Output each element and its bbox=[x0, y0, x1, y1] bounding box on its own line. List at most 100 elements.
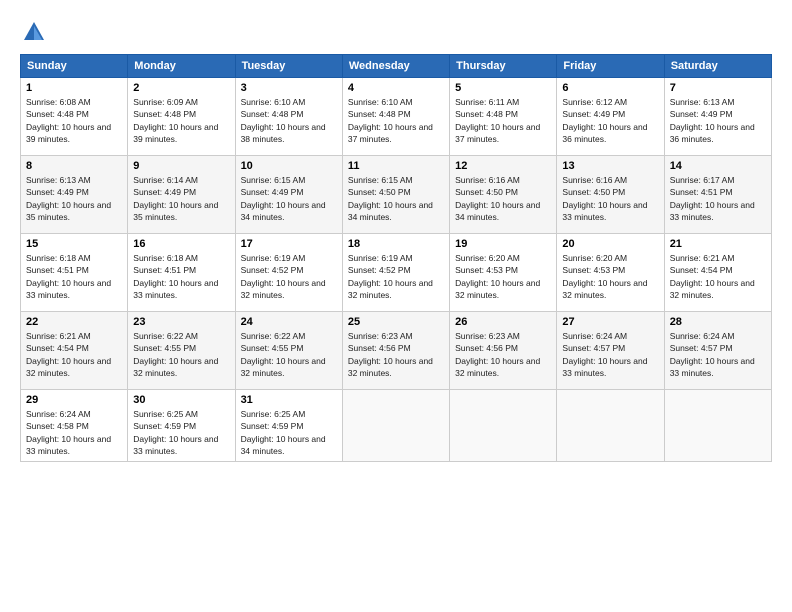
calendar-cell: 26 Sunrise: 6:23 AMSunset: 4:56 PMDaylig… bbox=[450, 312, 557, 390]
day-info: Sunrise: 6:20 AMSunset: 4:53 PMDaylight:… bbox=[455, 253, 540, 300]
day-info: Sunrise: 6:22 AMSunset: 4:55 PMDaylight:… bbox=[241, 331, 326, 378]
calendar-cell: 27 Sunrise: 6:24 AMSunset: 4:57 PMDaylig… bbox=[557, 312, 664, 390]
day-number: 25 bbox=[348, 316, 444, 328]
calendar-cell: 14 Sunrise: 6:17 AMSunset: 4:51 PMDaylig… bbox=[664, 156, 771, 234]
day-number: 26 bbox=[455, 316, 551, 328]
calendar-cell bbox=[342, 390, 449, 462]
calendar-cell: 13 Sunrise: 6:16 AMSunset: 4:50 PMDaylig… bbox=[557, 156, 664, 234]
day-info: Sunrise: 6:13 AMSunset: 4:49 PMDaylight:… bbox=[26, 175, 111, 222]
logo bbox=[20, 18, 52, 46]
calendar-cell: 21 Sunrise: 6:21 AMSunset: 4:54 PMDaylig… bbox=[664, 234, 771, 312]
calendar-cell: 16 Sunrise: 6:18 AMSunset: 4:51 PMDaylig… bbox=[128, 234, 235, 312]
day-number: 4 bbox=[348, 82, 444, 94]
calendar-cell: 9 Sunrise: 6:14 AMSunset: 4:49 PMDayligh… bbox=[128, 156, 235, 234]
calendar-cell: 6 Sunrise: 6:12 AMSunset: 4:49 PMDayligh… bbox=[557, 78, 664, 156]
week-row-5: 29 Sunrise: 6:24 AMSunset: 4:58 PMDaylig… bbox=[21, 390, 772, 462]
day-info: Sunrise: 6:08 AMSunset: 4:48 PMDaylight:… bbox=[26, 97, 111, 144]
weekday-header-wednesday: Wednesday bbox=[342, 55, 449, 78]
day-info: Sunrise: 6:24 AMSunset: 4:57 PMDaylight:… bbox=[562, 331, 647, 378]
weekday-header-tuesday: Tuesday bbox=[235, 55, 342, 78]
day-number: 13 bbox=[562, 160, 658, 172]
calendar-cell: 23 Sunrise: 6:22 AMSunset: 4:55 PMDaylig… bbox=[128, 312, 235, 390]
week-row-3: 15 Sunrise: 6:18 AMSunset: 4:51 PMDaylig… bbox=[21, 234, 772, 312]
calendar: SundayMondayTuesdayWednesdayThursdayFrid… bbox=[20, 54, 772, 462]
day-number: 27 bbox=[562, 316, 658, 328]
day-number: 10 bbox=[241, 160, 337, 172]
day-number: 1 bbox=[26, 82, 122, 94]
week-row-2: 8 Sunrise: 6:13 AMSunset: 4:49 PMDayligh… bbox=[21, 156, 772, 234]
day-number: 19 bbox=[455, 238, 551, 250]
day-number: 28 bbox=[670, 316, 766, 328]
weekday-header-row: SundayMondayTuesdayWednesdayThursdayFrid… bbox=[21, 55, 772, 78]
week-row-4: 22 Sunrise: 6:21 AMSunset: 4:54 PMDaylig… bbox=[21, 312, 772, 390]
calendar-cell: 2 Sunrise: 6:09 AMSunset: 4:48 PMDayligh… bbox=[128, 78, 235, 156]
calendar-cell: 22 Sunrise: 6:21 AMSunset: 4:54 PMDaylig… bbox=[21, 312, 128, 390]
calendar-cell: 15 Sunrise: 6:18 AMSunset: 4:51 PMDaylig… bbox=[21, 234, 128, 312]
day-number: 7 bbox=[670, 82, 766, 94]
calendar-cell bbox=[557, 390, 664, 462]
day-number: 23 bbox=[133, 316, 229, 328]
day-number: 14 bbox=[670, 160, 766, 172]
logo-icon bbox=[20, 18, 48, 46]
day-number: 18 bbox=[348, 238, 444, 250]
calendar-cell: 4 Sunrise: 6:10 AMSunset: 4:48 PMDayligh… bbox=[342, 78, 449, 156]
day-number: 6 bbox=[562, 82, 658, 94]
day-info: Sunrise: 6:19 AMSunset: 4:52 PMDaylight:… bbox=[241, 253, 326, 300]
day-info: Sunrise: 6:16 AMSunset: 4:50 PMDaylight:… bbox=[562, 175, 647, 222]
day-info: Sunrise: 6:15 AMSunset: 4:49 PMDaylight:… bbox=[241, 175, 326, 222]
week-row-1: 1 Sunrise: 6:08 AMSunset: 4:48 PMDayligh… bbox=[21, 78, 772, 156]
day-info: Sunrise: 6:16 AMSunset: 4:50 PMDaylight:… bbox=[455, 175, 540, 222]
calendar-cell bbox=[450, 390, 557, 462]
calendar-cell: 12 Sunrise: 6:16 AMSunset: 4:50 PMDaylig… bbox=[450, 156, 557, 234]
day-info: Sunrise: 6:24 AMSunset: 4:58 PMDaylight:… bbox=[26, 409, 111, 456]
weekday-header-sunday: Sunday bbox=[21, 55, 128, 78]
day-number: 31 bbox=[241, 394, 337, 406]
header bbox=[20, 18, 772, 46]
day-number: 12 bbox=[455, 160, 551, 172]
day-number: 22 bbox=[26, 316, 122, 328]
day-info: Sunrise: 6:25 AMSunset: 4:59 PMDaylight:… bbox=[133, 409, 218, 456]
calendar-cell: 7 Sunrise: 6:13 AMSunset: 4:49 PMDayligh… bbox=[664, 78, 771, 156]
calendar-cell: 3 Sunrise: 6:10 AMSunset: 4:48 PMDayligh… bbox=[235, 78, 342, 156]
day-info: Sunrise: 6:14 AMSunset: 4:49 PMDaylight:… bbox=[133, 175, 218, 222]
day-number: 21 bbox=[670, 238, 766, 250]
day-info: Sunrise: 6:23 AMSunset: 4:56 PMDaylight:… bbox=[348, 331, 433, 378]
day-info: Sunrise: 6:18 AMSunset: 4:51 PMDaylight:… bbox=[133, 253, 218, 300]
calendar-cell: 30 Sunrise: 6:25 AMSunset: 4:59 PMDaylig… bbox=[128, 390, 235, 462]
day-number: 17 bbox=[241, 238, 337, 250]
day-info: Sunrise: 6:18 AMSunset: 4:51 PMDaylight:… bbox=[26, 253, 111, 300]
day-number: 20 bbox=[562, 238, 658, 250]
calendar-cell bbox=[664, 390, 771, 462]
calendar-cell: 24 Sunrise: 6:22 AMSunset: 4:55 PMDaylig… bbox=[235, 312, 342, 390]
day-info: Sunrise: 6:25 AMSunset: 4:59 PMDaylight:… bbox=[241, 409, 326, 456]
weekday-header-friday: Friday bbox=[557, 55, 664, 78]
day-number: 3 bbox=[241, 82, 337, 94]
day-info: Sunrise: 6:09 AMSunset: 4:48 PMDaylight:… bbox=[133, 97, 218, 144]
page: SundayMondayTuesdayWednesdayThursdayFrid… bbox=[0, 0, 792, 612]
calendar-cell: 20 Sunrise: 6:20 AMSunset: 4:53 PMDaylig… bbox=[557, 234, 664, 312]
day-info: Sunrise: 6:10 AMSunset: 4:48 PMDaylight:… bbox=[241, 97, 326, 144]
day-number: 9 bbox=[133, 160, 229, 172]
calendar-cell: 17 Sunrise: 6:19 AMSunset: 4:52 PMDaylig… bbox=[235, 234, 342, 312]
day-number: 2 bbox=[133, 82, 229, 94]
day-info: Sunrise: 6:13 AMSunset: 4:49 PMDaylight:… bbox=[670, 97, 755, 144]
calendar-cell: 31 Sunrise: 6:25 AMSunset: 4:59 PMDaylig… bbox=[235, 390, 342, 462]
calendar-cell: 5 Sunrise: 6:11 AMSunset: 4:48 PMDayligh… bbox=[450, 78, 557, 156]
day-number: 15 bbox=[26, 238, 122, 250]
day-info: Sunrise: 6:21 AMSunset: 4:54 PMDaylight:… bbox=[26, 331, 111, 378]
calendar-cell: 10 Sunrise: 6:15 AMSunset: 4:49 PMDaylig… bbox=[235, 156, 342, 234]
calendar-cell: 18 Sunrise: 6:19 AMSunset: 4:52 PMDaylig… bbox=[342, 234, 449, 312]
calendar-cell: 28 Sunrise: 6:24 AMSunset: 4:57 PMDaylig… bbox=[664, 312, 771, 390]
day-number: 30 bbox=[133, 394, 229, 406]
day-number: 5 bbox=[455, 82, 551, 94]
calendar-cell: 11 Sunrise: 6:15 AMSunset: 4:50 PMDaylig… bbox=[342, 156, 449, 234]
calendar-cell: 8 Sunrise: 6:13 AMSunset: 4:49 PMDayligh… bbox=[21, 156, 128, 234]
weekday-header-thursday: Thursday bbox=[450, 55, 557, 78]
calendar-cell: 29 Sunrise: 6:24 AMSunset: 4:58 PMDaylig… bbox=[21, 390, 128, 462]
day-info: Sunrise: 6:12 AMSunset: 4:49 PMDaylight:… bbox=[562, 97, 647, 144]
weekday-header-saturday: Saturday bbox=[664, 55, 771, 78]
day-info: Sunrise: 6:21 AMSunset: 4:54 PMDaylight:… bbox=[670, 253, 755, 300]
day-info: Sunrise: 6:23 AMSunset: 4:56 PMDaylight:… bbox=[455, 331, 540, 378]
day-info: Sunrise: 6:10 AMSunset: 4:48 PMDaylight:… bbox=[348, 97, 433, 144]
day-info: Sunrise: 6:24 AMSunset: 4:57 PMDaylight:… bbox=[670, 331, 755, 378]
